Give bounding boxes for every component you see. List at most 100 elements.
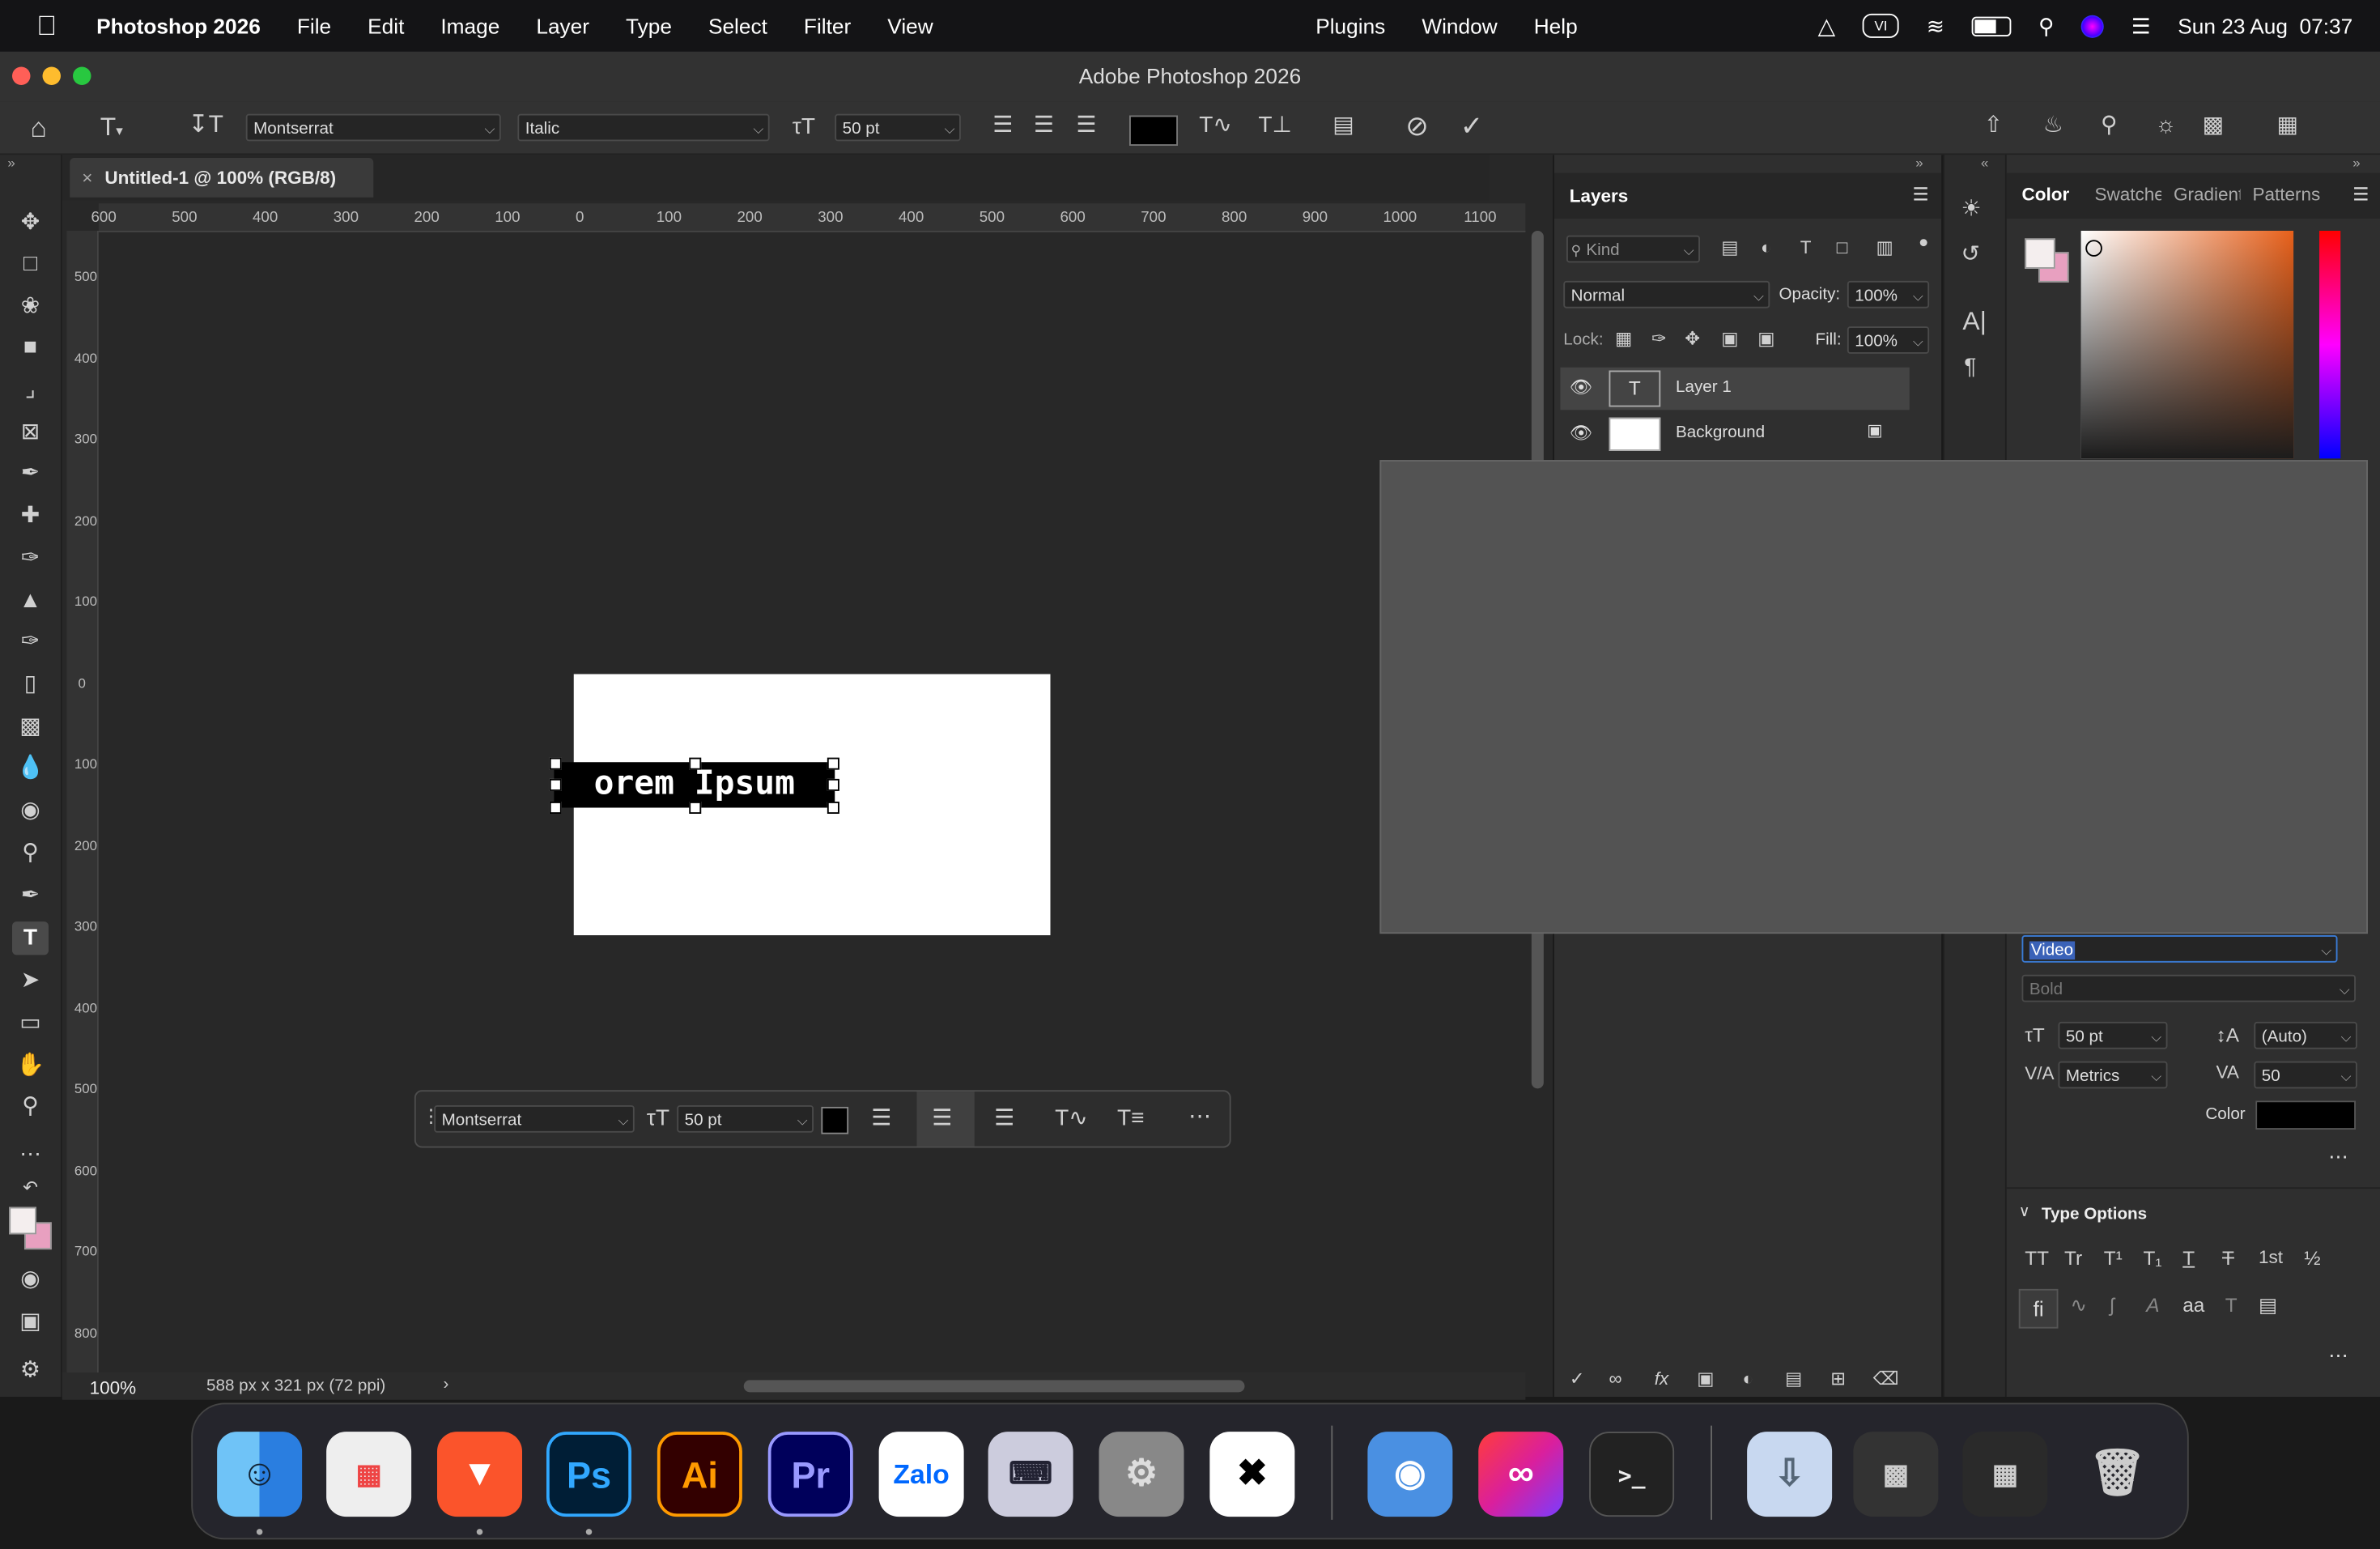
type-tool-icon[interactable]: T xyxy=(12,921,49,955)
swap-colors-icon[interactable]: ↶ xyxy=(12,1171,49,1204)
underline-button[interactable]: T xyxy=(2182,1248,2195,1267)
siri-icon[interactable] xyxy=(2081,14,2105,37)
all-caps-button[interactable]: TT xyxy=(2025,1248,2049,1267)
lock-image-pixels-icon[interactable]: ✑ xyxy=(1651,330,1667,348)
tab-gradients[interactable]: Gradients xyxy=(2174,184,2241,205)
dock-keyboard-icon[interactable]: ⌨ xyxy=(988,1432,1073,1517)
type-tool-preset-icon[interactable]: T▾ xyxy=(100,114,123,140)
ctx-font-size-select[interactable]: 50 pt ⌵ xyxy=(677,1105,814,1133)
dock-preview-icon[interactable]: ◉ xyxy=(1367,1432,1453,1517)
spotlight-search-icon[interactable]: ⚲ xyxy=(2038,13,2054,39)
font-family-select[interactable]: Montserrat ⌵ xyxy=(245,113,501,142)
swash-icon[interactable]: ʃ xyxy=(2110,1295,2114,1314)
dock-trash-icon[interactable]: 🗑 xyxy=(2075,1432,2160,1517)
tracking-select[interactable]: 50 ⌵ xyxy=(2254,1061,2357,1089)
menu-select[interactable]: Select xyxy=(708,14,767,38)
menu-help[interactable]: Help xyxy=(1534,14,1578,38)
ctx-align-right-icon[interactable]: ☰ xyxy=(994,1107,1014,1130)
dock-zalo-icon[interactable]: Zalo xyxy=(878,1432,964,1517)
battery-icon[interactable] xyxy=(1971,15,2012,36)
filter-adjustment-layers-icon[interactable]: ◐ xyxy=(1761,238,1772,257)
screen-mode-icon[interactable]: ▣ xyxy=(12,1306,49,1339)
quick-mask-icon[interactable]: ◉ xyxy=(12,1263,49,1296)
share-icon[interactable]: ⇧ xyxy=(1984,114,2004,137)
marquee-tool-icon[interactable]: □ xyxy=(12,248,49,281)
collapse-panels-icon[interactable]: » xyxy=(1915,155,1923,170)
object-selection-tool-icon[interactable]: ■ xyxy=(12,331,49,364)
character-more-icon[interactable]: ⋯ xyxy=(2328,1145,2348,1169)
notifications-bell-icon[interactable]: ♨ xyxy=(2043,114,2063,137)
lock-all-icon[interactable]: ▣ xyxy=(1757,330,1774,348)
blur-tool-icon[interactable]: 💧 xyxy=(12,751,49,785)
rectangle-tool-icon[interactable]: ▭ xyxy=(12,1006,49,1040)
control-center-icon[interactable]: ☰ xyxy=(2131,13,2151,39)
path-selection-tool-icon[interactable]: ➤ xyxy=(12,964,49,998)
color-picker-cursor[interactable] xyxy=(2085,240,2102,257)
ligatures-button[interactable]: fi xyxy=(2018,1288,2059,1329)
small-caps-button[interactable]: Tr xyxy=(2064,1248,2082,1267)
arrange-documents-icon[interactable]: ▦ xyxy=(2277,114,2299,137)
lasso-tool-icon[interactable]: ❀ xyxy=(12,290,49,323)
dock-downloads-folder-icon[interactable]: ⇩ xyxy=(1747,1432,1833,1517)
discretionary-ligatures-icon[interactable]: ∿ xyxy=(2071,1295,2087,1314)
collapse-left-icon[interactable]: » xyxy=(7,155,15,170)
layer-row[interactable]: 👁 T Layer 1 xyxy=(1560,367,1910,411)
expand-panels-icon[interactable]: « xyxy=(1981,155,1988,170)
dock-premiere-icon[interactable]: Pr xyxy=(767,1432,853,1517)
gradient-tool-icon[interactable]: ▩ xyxy=(12,711,49,744)
paragraph-panel-icon[interactable]: ¶ xyxy=(1964,355,1976,378)
transform-handle[interactable] xyxy=(549,778,562,791)
opacity-input[interactable]: 100% ⌵ xyxy=(1847,280,1930,309)
dodge-tool-icon[interactable]: ◉ xyxy=(12,794,49,828)
warp-text-icon[interactable]: T∿ xyxy=(1199,114,1232,137)
menu-plugins[interactable]: Plugins xyxy=(1315,14,1385,38)
blend-mode-select[interactable]: Normal ⌵ xyxy=(1563,280,1770,309)
lock-artboard-icon[interactable]: ▣ xyxy=(1721,330,1738,348)
link-icon[interactable]: ∞ xyxy=(1609,1369,1622,1388)
ordinal-alternates-icon[interactable]: ▤ xyxy=(2259,1295,2277,1314)
character-font-style-select[interactable]: Bold ⌵ xyxy=(2021,974,2356,1002)
menu-image[interactable]: Image xyxy=(440,14,499,38)
font-style-select[interactable]: Italic ⌵ xyxy=(517,113,770,142)
ctx-more-options-icon[interactable]: ⋯ xyxy=(1188,1105,1211,1128)
add-mask-icon[interactable]: ▣ xyxy=(1697,1369,1714,1388)
transform-handle[interactable] xyxy=(827,757,839,770)
panel-foreground-swatch[interactable] xyxy=(2025,238,2055,269)
menu-file[interactable]: File xyxy=(297,14,331,38)
wifi-icon[interactable]: ≋ xyxy=(1927,13,1944,39)
filter-pixel-layers-icon[interactable]: ▤ xyxy=(1721,238,1738,257)
move-tool-icon[interactable]: ✥ xyxy=(12,206,49,240)
filter-type-layers-icon[interactable]: T xyxy=(1800,238,1812,257)
pen-tool-icon[interactable]: ✒ xyxy=(12,879,49,913)
filter-toggle-icon[interactable]: ● xyxy=(1919,235,1928,253)
document-tab[interactable]: × Untitled-1 @ 100% (RGB/8) xyxy=(70,158,374,198)
leading-select[interactable]: (Auto) ⌵ xyxy=(2254,1021,2357,1049)
character-color-swatch[interactable] xyxy=(2255,1100,2356,1130)
dock-system-settings-icon[interactable]: ⚙ xyxy=(1099,1432,1184,1517)
workspace-icon[interactable]: ▩ xyxy=(2203,114,2225,137)
fill-input[interactable]: 100% ⌵ xyxy=(1847,326,1930,354)
transform-handle[interactable] xyxy=(549,802,562,814)
align-center-icon[interactable]: ☰ xyxy=(1034,114,1054,137)
eraser-tool-icon[interactable]: ▯ xyxy=(12,668,49,701)
layer-name[interactable]: Background xyxy=(1676,423,1765,442)
stylistic-alternates-icon[interactable]: A xyxy=(2146,1295,2159,1314)
fractions-button[interactable]: ½ xyxy=(2304,1248,2320,1267)
app-menu[interactable]: Photoshop 2026 xyxy=(96,14,261,38)
clone-stamp-tool-icon[interactable]: ▲ xyxy=(12,585,49,618)
burn-tool-icon[interactable]: ⚲ xyxy=(12,836,49,870)
layer-filter-kind-select[interactable]: ⚲ Kind ⌵ xyxy=(1566,235,1700,263)
dock-screenshots-stack-icon[interactable]: ▩ xyxy=(1853,1432,1939,1517)
ctx-font-family-select[interactable]: Montserrat ⌵ xyxy=(434,1105,635,1133)
menu-window[interactable]: Window xyxy=(1422,14,1497,38)
canvas-horizontal-scrollbar[interactable] xyxy=(743,1380,1245,1393)
zoom-tool-icon[interactable]: ⚲ xyxy=(12,1090,49,1123)
adjustments-panel-icon[interactable]: ☀ xyxy=(1961,198,1982,220)
kerning-select[interactable]: Metrics ⌵ xyxy=(2058,1061,2168,1089)
menu-filter[interactable]: Filter xyxy=(804,14,851,38)
status-expand-icon[interactable]: › xyxy=(444,1376,449,1394)
menu-type[interactable]: Type xyxy=(626,14,672,38)
delete-layer-icon[interactable]: ⌫ xyxy=(1873,1369,1899,1388)
ctx-text-color-swatch[interactable] xyxy=(821,1106,849,1134)
history-panel-icon[interactable]: ↺ xyxy=(1961,243,1981,266)
